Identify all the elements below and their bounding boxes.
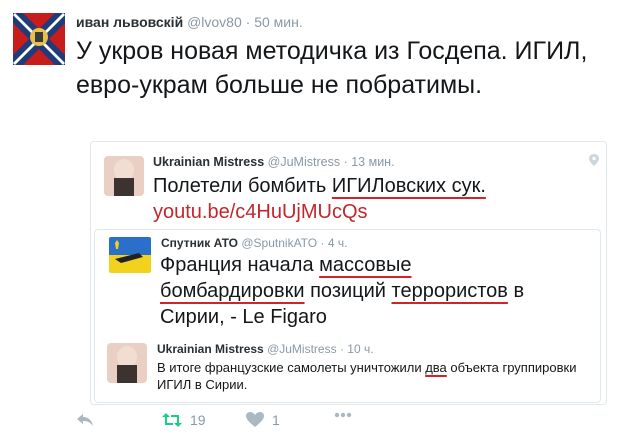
reply-icon [77,414,93,426]
quote-avatar[interactable] [109,237,151,273]
quote-text: Франция начала массовые бомбардировки по… [160,254,525,328]
more-button[interactable] [334,412,352,418]
author-handle[interactable]: @lvov80 [187,14,242,30]
heart-icon [246,412,264,427]
quote-header: Ukrainian Mistress @JuMistress · 13 мин. [153,155,395,169]
quoted-tweet[interactable]: Ukrainian Mistress @JuMistress · 13 мин.… [90,141,607,405]
tweet-text: У укров новая методичка из Госдепа. ИГИЛ… [76,37,588,99]
location-pin-icon [589,154,599,166]
quote-handle[interactable]: @JuMistress [267,342,337,356]
quote-header: Ukrainian Mistress @JuMistress · 10 ч. [157,342,374,356]
ukraine-flag-icon [109,237,151,273]
quote-handle[interactable]: @SputnikATO [241,236,317,250]
separator: · [245,14,251,30]
more-icon [334,412,352,418]
quote-header: Спутник АТО @SputnikATO · 4 ч. [161,236,348,250]
quote-author-name[interactable]: Спутник АТО [161,236,238,250]
avatar-photo-icon [104,156,144,196]
tweet-time[interactable]: 50 мин. [254,14,303,30]
author-name[interactable]: иван львовскiй [76,14,183,30]
nested-quoted-tweet[interactable]: Спутник АТО @SputnikATO · 4 ч. Франция н… [94,229,601,403]
retweet-button[interactable]: 19 [162,412,206,428]
youtube-link[interactable]: youtu.be/c4HuUjMUcQs [153,201,368,223]
quote-author-name[interactable]: Ukrainian Mistress [157,342,264,356]
quote-handle[interactable]: @JuMistress [268,155,340,169]
quote-text: Полетели бомбить ИГИЛовских сук. youtu.b… [153,175,486,223]
quote-avatar[interactable] [107,343,147,383]
quote-author-name[interactable]: Ukrainian Mistress [153,155,264,169]
quote-time[interactable]: 10 ч. [347,342,373,356]
reply-button[interactable] [76,412,94,428]
like-button[interactable]: 1 [246,412,280,428]
novorossiya-flag-icon [13,13,65,65]
like-count: 1 [272,412,280,428]
retweet-icon [162,413,182,427]
quote-time[interactable]: 13 мин. [351,155,394,169]
quote-text: В итоге французские самолеты уничтожили … [157,360,577,392]
retweet-count: 19 [190,412,206,428]
avatar-photo-icon [107,343,147,383]
tweet-header: иван львовскiй @lvov80 · 50 мин. [76,14,303,30]
quote-avatar[interactable] [104,156,144,196]
author-avatar[interactable] [13,13,65,65]
quote-time[interactable]: 4 ч. [328,236,348,250]
